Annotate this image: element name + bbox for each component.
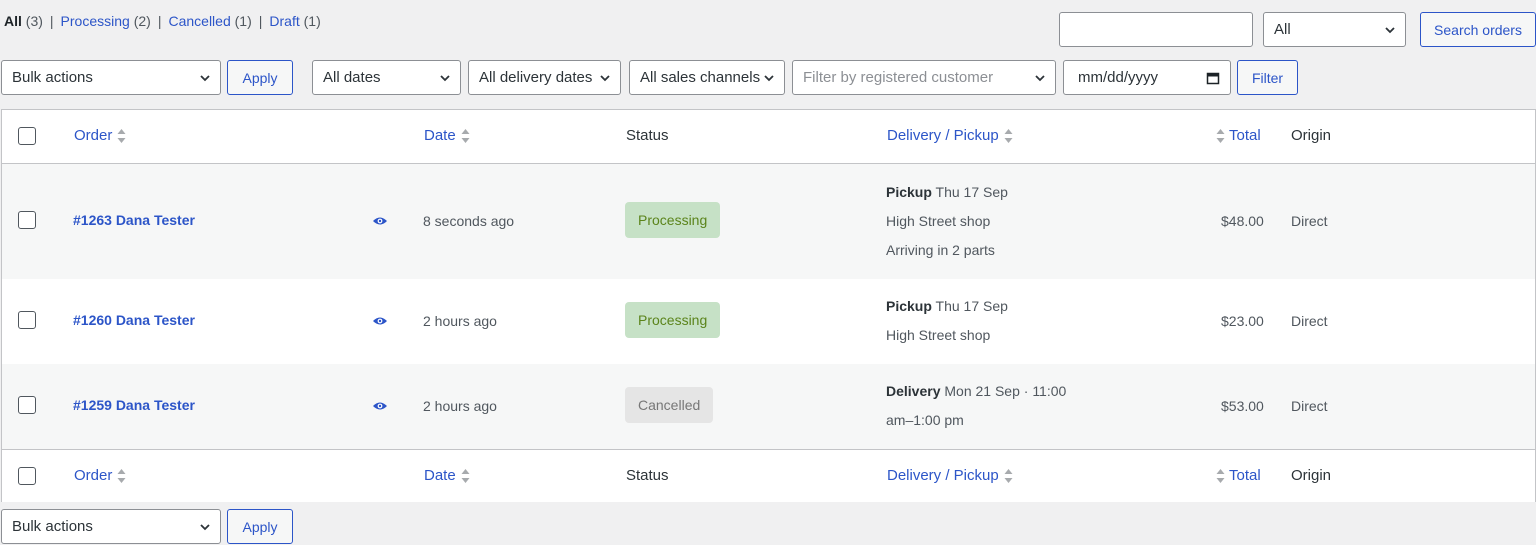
column-status: Status <box>626 127 669 144</box>
chevron-down-icon <box>1385 26 1395 33</box>
column-origin: Origin <box>1291 467 1332 484</box>
sort-arrows-icon <box>1216 129 1225 144</box>
chevron-down-icon <box>200 74 210 81</box>
separator: | <box>157 13 162 29</box>
delivery-info: Delivery Mon 21 Sep · 11:00 am–1:00 pm <box>886 383 1067 428</box>
eye-icon[interactable] <box>372 316 388 326</box>
status-select[interactable]: All <box>1263 12 1406 47</box>
delivery-dates-select[interactable]: All delivery dates <box>468 60 621 95</box>
column-total[interactable]: Total <box>1216 467 1261 484</box>
chevron-down-icon <box>600 74 610 81</box>
view-all[interactable]: All (3) <box>4 13 43 29</box>
order-link[interactable]: #1259 Dana Tester <box>73 397 195 413</box>
search-orders-button[interactable]: Search orders <box>1420 12 1536 47</box>
column-date[interactable]: Date <box>424 467 470 484</box>
bulk-actions-select-bottom[interactable]: Bulk actions <box>1 509 221 544</box>
row-checkbox[interactable] <box>18 211 36 229</box>
sales-channels-select[interactable]: All sales channels <box>629 60 785 95</box>
eye-icon[interactable] <box>372 401 388 411</box>
column-origin: Origin <box>1291 127 1332 144</box>
dates-select[interactable]: All dates <box>312 60 461 95</box>
table-header: Order Date Status Delivery / Pickup Tota… <box>2 110 1535 164</box>
sort-arrows-icon <box>117 469 126 484</box>
separator: | <box>49 13 54 29</box>
select-all-checkbox[interactable] <box>18 467 36 485</box>
sort-arrows-icon <box>461 129 470 144</box>
apply-button-bottom[interactable]: Apply <box>227 509 293 544</box>
table-row[interactable]: #1260 Dana Tester 2 hours ago Processing… <box>2 279 1535 364</box>
order-link[interactable]: #1260 Dana Tester <box>73 312 195 328</box>
view-draft[interactable]: Draft (1) <box>269 13 320 29</box>
order-status-views: All (3) | Processing (2) | Cancelled (1) | Dra… <box>4 13 321 29</box>
calendar-icon[interactable] <box>1206 71 1220 85</box>
order-total: $53.00 <box>1221 398 1264 414</box>
column-order[interactable]: Order <box>74 127 126 144</box>
delivery-info: Pickup Thu 17 Sep High Street shop <box>886 298 1008 343</box>
order-link[interactable]: #1263 Dana Tester <box>73 212 195 228</box>
date-input[interactable]: mm/dd/yyyy <box>1063 60 1231 95</box>
order-origin: Direct <box>1291 313 1328 329</box>
select-all-checkbox[interactable] <box>18 127 36 145</box>
status-badge: Cancelled <box>625 387 714 423</box>
sort-arrows-icon <box>461 469 470 484</box>
column-date[interactable]: Date <box>424 127 470 144</box>
table-row[interactable]: #1259 Dana Tester 2 hours ago Cancelled … <box>2 364 1535 449</box>
order-date: 2 hours ago <box>423 313 497 329</box>
order-origin: Direct <box>1291 213 1328 229</box>
column-delivery[interactable]: Delivery / Pickup <box>887 127 1013 144</box>
delivery-info: Pickup Thu 17 Sep High Street shop Arriv… <box>886 184 1008 258</box>
view-processing[interactable]: Processing (2) <box>61 13 151 29</box>
column-total[interactable]: Total <box>1216 127 1261 144</box>
order-total: $23.00 <box>1221 313 1264 329</box>
view-cancelled[interactable]: Cancelled (1) <box>168 13 251 29</box>
chevron-down-icon <box>1035 74 1045 81</box>
status-badge: Processing <box>625 302 721 338</box>
apply-button[interactable]: Apply <box>227 60 293 95</box>
table-footer: Order Date Status Delivery / Pickup Tota… <box>2 449 1535 502</box>
order-date: 8 seconds ago <box>423 213 515 229</box>
row-checkbox[interactable] <box>18 311 36 329</box>
eye-icon[interactable] <box>372 216 388 226</box>
search-input[interactable] <box>1059 12 1253 47</box>
order-total: $48.00 <box>1221 213 1264 229</box>
row-checkbox[interactable] <box>18 396 36 414</box>
chevron-down-icon <box>200 523 210 530</box>
orders-table: Order Date Status Delivery / Pickup Tota… <box>1 109 1536 502</box>
table-row[interactable]: #1263 Dana Tester 8 seconds ago Processi… <box>2 164 1535 279</box>
column-status: Status <box>626 467 669 484</box>
bulk-actions-select[interactable]: Bulk actions <box>1 60 221 95</box>
customer-filter-select[interactable]: Filter by registered customer <box>792 60 1056 95</box>
sort-arrows-icon <box>1216 469 1225 484</box>
chevron-down-icon <box>440 74 450 81</box>
chevron-down-icon <box>764 74 774 81</box>
filter-button[interactable]: Filter <box>1237 60 1298 95</box>
sort-arrows-icon <box>117 129 126 144</box>
column-delivery[interactable]: Delivery / Pickup <box>887 467 1013 484</box>
sort-arrows-icon <box>1004 129 1013 144</box>
separator: | <box>258 13 263 29</box>
sort-arrows-icon <box>1004 469 1013 484</box>
order-origin: Direct <box>1291 398 1328 414</box>
order-date: 2 hours ago <box>423 398 497 414</box>
status-badge: Processing <box>625 202 721 238</box>
column-order[interactable]: Order <box>74 467 126 484</box>
